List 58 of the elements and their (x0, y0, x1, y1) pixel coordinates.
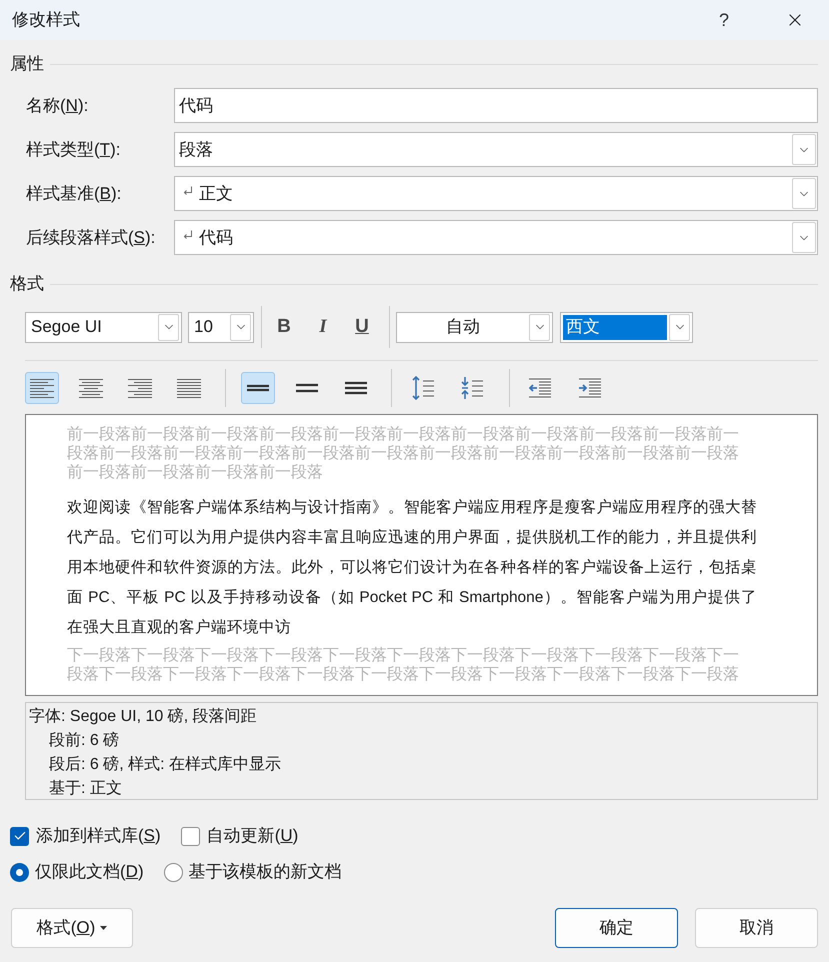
radio-button[interactable] (164, 862, 183, 882)
preview-paragraph: 欢迎阅读《智能客户端体系结构与设计指南》。智能客户端应用程序是瘦客户端应用程序的强大替代产品。它们可以为用户提供内容丰富且响应迅速的用户界面，提供脱机工作的能力，并且提供利用本地硬件和软件资源的方法。此外，可以将它们设计为在各种各样的客户端设备上运行，包括桌面 PC、平板 PC 以及手持移动设备（如 Pocket PC 和 Smartphone）。智能客户端为用户提供了在强大且直观的客户端环境中访 (67, 498, 757, 638)
checkbox[interactable] (180, 826, 200, 846)
description-line: 段后: 6 磅, 样式: 在样式库中显示 (48, 754, 282, 775)
caret-icon (100, 926, 108, 930)
combo-value: 自动 (445, 316, 481, 338)
radio-label[interactable]: 仅限此文档(D) (35, 859, 144, 885)
align-right-icon (128, 378, 152, 398)
section-heading: 属性 (10, 53, 44, 76)
text-style-button[interactable]: U (348, 312, 376, 342)
dialog-button[interactable]: 取消 (695, 908, 818, 948)
indent-decrease-icon (529, 378, 551, 398)
select-field[interactable]: 代码 (174, 220, 818, 255)
radio-label[interactable]: 基于该模板的新文档 (188, 859, 342, 885)
align-left-icon (30, 378, 54, 398)
select-value: 代码 (199, 226, 234, 249)
select-value: 段落 (179, 138, 214, 161)
select-field[interactable]: 正文 (174, 176, 818, 211)
checkbox-label[interactable]: 自动更新(U) (206, 823, 298, 849)
return-arrow-icon (183, 186, 193, 196)
spacing-decrease-icon (461, 376, 483, 400)
text-style-button[interactable]: I (309, 312, 337, 342)
select-value: 正文 (199, 182, 234, 205)
description-line: 段前: 6 磅 (48, 730, 120, 751)
field-label: 样式基准(B): (25, 182, 122, 205)
next-paragraph-preview: 下一段落下一段落下一段落下一段落下一段落下一段落下一段落下一段落下一段落下一段落下一段落下一段落下一段落下一段落下一段落下一段落下一段落下一段落下一段落下一段落下一段落 (67, 646, 740, 684)
section-heading: 格式 (10, 273, 44, 296)
description-line: 基于: 正文 (48, 778, 123, 799)
combo-box[interactable]: 西文 (560, 312, 693, 342)
toolbar-button[interactable] (25, 372, 59, 404)
spacing-increase-icon (412, 376, 434, 400)
combo-box[interactable]: Segoe UI (25, 312, 182, 342)
field-label: 后续段落样式(S): (25, 226, 156, 249)
indent-increase-icon (579, 378, 601, 398)
combo-value: 10 (193, 316, 214, 338)
combo-box[interactable]: 10 (188, 312, 254, 342)
align-justify-icon (177, 378, 201, 398)
window-title: 修改样式 (12, 9, 81, 32)
align-center-icon (79, 378, 103, 398)
help-button[interactable]: ? (700, 0, 748, 40)
checkbox-label[interactable]: 添加到样式库(S) (36, 823, 161, 849)
text-field[interactable]: 代码 (174, 88, 818, 123)
combo-value: Segoe UI (30, 316, 103, 338)
checkbox[interactable] (10, 826, 29, 846)
return-arrow-icon (183, 230, 193, 240)
line-spacing-icon (345, 380, 367, 396)
select-field[interactable]: 段落 (174, 132, 818, 167)
menu-button[interactable]: 格式(O) (11, 908, 133, 948)
previous-paragraph-preview: 前一段落前一段落前一段落前一段落前一段落前一段落前一段落前一段落前一段落前一段落前一段落前一段落前一段落前一段落前一段落前一段落前一段落前一段落前一段落前一段落前一段落前一段落前一段落前一段落前一段落 (67, 425, 740, 482)
field-label: 样式类型(T): (25, 138, 122, 161)
field-label: 名称(N): (25, 94, 90, 117)
description-line: 字体: Segoe UI, 10 磅, 段落间距 (29, 706, 258, 727)
selected-text-highlight: 西文 (563, 314, 667, 340)
combo-box[interactable]: 自动 (396, 312, 553, 342)
dialog-button[interactable]: 确定 (555, 908, 678, 948)
text-style-button[interactable]: B (270, 312, 298, 342)
toolbar-button[interactable] (241, 372, 275, 404)
radio-button[interactable] (10, 862, 29, 882)
